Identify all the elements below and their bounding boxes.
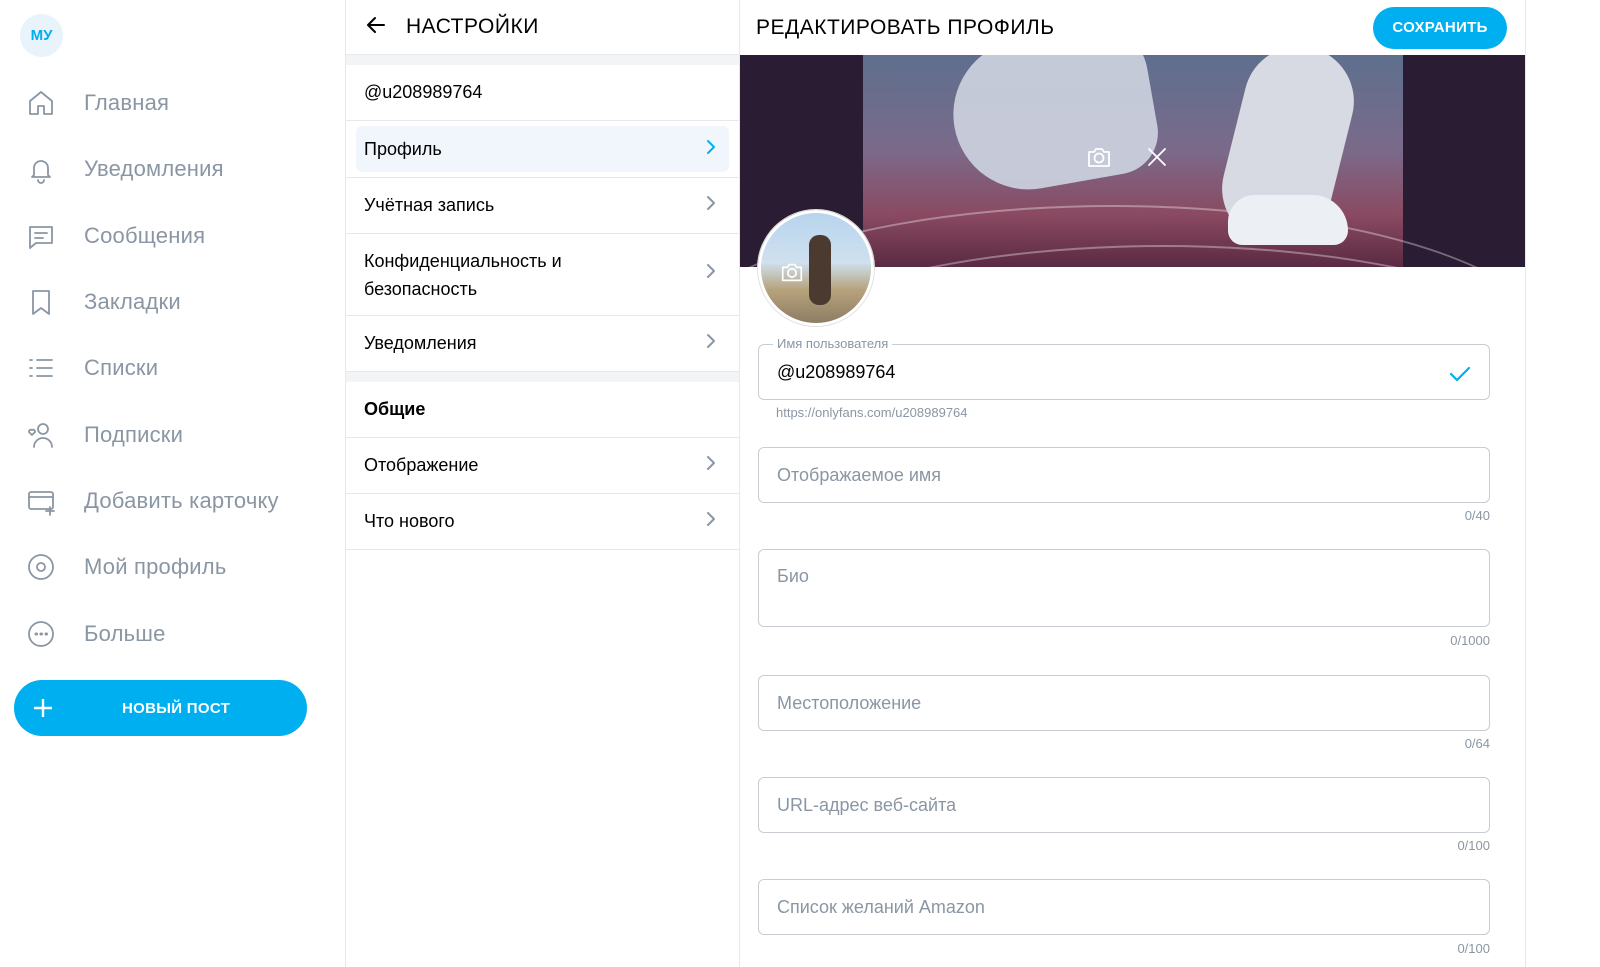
nav-item-subscriptions[interactable]: Подписки [0,401,346,467]
location-counter: 0/64 [1464,736,1490,751]
chevron-right-icon [701,453,721,478]
home-icon [24,86,58,120]
nav-item-label: Сообщения [84,222,206,248]
edit-profile-header: РЕДАКТИРОВАТЬ ПРОФИЛЬ СОХРАНИТЬ [740,0,1525,55]
display-name-counter: 0/40 [1464,508,1490,523]
nav-item-label: Списки [84,355,159,381]
settings-item-label: Профиль [364,138,442,159]
settings-item-label: Уведомления [364,333,477,353]
chevron-right-icon [701,137,721,162]
edit-profile-title: РЕДАКТИРОВАТЬ ПРОФИЛЬ [756,15,1055,39]
main-navigation: МУ Главная Уведомления Сообщения Закладк… [0,0,346,967]
cover-figure [941,55,1165,202]
settings-item-label: Учётная запись [364,195,495,215]
camera-icon[interactable] [1085,143,1113,176]
settings-panel: НАСТРОЙКИ @u208989764 Профиль Учётная за… [346,0,740,967]
divider [346,55,739,65]
nav-item-notifications[interactable]: Уведомления [0,136,346,202]
subscriptions-icon [24,418,58,452]
settings-item-label: Отображение [364,455,479,475]
chevron-right-icon [701,509,721,534]
nav-item-label: Главная [84,90,170,116]
settings-item-label: Конфиденциальность и безопасность [364,250,562,299]
website-input[interactable]: URL-адрес веб-сайта [758,777,1490,833]
settings-item-label: Что нового [364,511,455,531]
bookmark-icon [24,285,58,319]
nav-item-messages[interactable]: Сообщения [0,203,346,269]
user-avatar[interactable]: МУ [20,14,63,57]
website-counter: 0/100 [1457,838,1490,853]
display-name-input[interactable]: Отображаемое имя [758,447,1490,503]
camera-icon[interactable] [779,259,805,285]
nav-item-label: Больше [84,620,166,646]
settings-header: НАСТРОЙКИ [346,0,739,55]
section-label: Общие [364,399,426,419]
settings-title: НАСТРОЙКИ [406,15,539,38]
website-placeholder: URL-адрес веб-сайта [777,794,957,815]
list-icon [24,351,58,385]
settings-item-account[interactable]: Учётная запись [346,178,739,234]
back-arrow-icon[interactable] [364,13,388,42]
location-input[interactable]: Местоположение [758,675,1490,731]
avatar-figure [809,235,831,305]
divider [346,372,739,382]
nav-item-label: Подписки [84,421,184,447]
username-value: @u208989764 [777,361,896,382]
settings-item-whats-new[interactable]: Что нового [346,494,739,550]
username-label: Имя пользователя [773,336,893,351]
nav-item-label: Мой профиль [84,554,227,580]
profile-avatar[interactable] [758,210,874,326]
username-field[interactable]: Имя пользователя @u208989764 [758,336,1490,400]
nav-item-label: Добавить карточку [84,487,279,513]
settings-section-general: Общие [346,382,739,438]
edit-profile-panel: РЕДАКТИРОВАТЬ ПРОФИЛЬ СОХРАНИТЬ Имя поль… [740,0,1526,967]
save-button[interactable]: СОХРАНИТЬ [1373,6,1507,49]
bio-input[interactable]: Био [758,549,1490,627]
nav-item-bookmarks[interactable]: Закладки [0,269,346,335]
nav-item-label: Закладки [84,289,181,315]
close-icon[interactable] [1143,143,1171,176]
new-post-label: НОВЫЙ ПОСТ [122,699,231,717]
settings-item-display[interactable]: Отображение [346,438,739,494]
amazon-placeholder: Список желаний Amazon [777,896,985,917]
nav-item-add-card[interactable]: Добавить карточку [0,468,346,534]
nav-item-home[interactable]: Главная [0,70,346,136]
add-card-icon [24,484,58,518]
settings-item-privacy[interactable]: Конфиденциальность и безопасность [346,234,739,316]
chevron-right-icon [701,261,721,289]
bell-icon [24,152,58,186]
profile-icon [24,550,58,584]
nav-list: Главная Уведомления Сообщения Закладки С… [0,70,346,667]
nav-item-label: Уведомления [84,156,224,182]
username-text: @u208989764 [364,82,483,102]
checkmark-icon [1447,361,1473,392]
amazon-wishlist-input[interactable]: Список желаний Amazon [758,879,1490,935]
new-post-button[interactable]: НОВЫЙ ПОСТ [14,680,307,736]
nav-item-my-profile[interactable]: Мой профиль [0,534,346,600]
nav-item-lists[interactable]: Списки [0,335,346,401]
settings-item-notifications[interactable]: Уведомления [346,316,739,372]
display-name-placeholder: Отображаемое имя [777,464,942,485]
cover-actions [1085,143,1171,176]
location-placeholder: Местоположение [777,692,922,713]
plus-icon [14,696,72,720]
chevron-right-icon [701,331,721,356]
chevron-right-icon [701,193,721,218]
settings-username: @u208989764 [346,65,739,121]
settings-item-profile[interactable]: Профиль [346,121,739,178]
amazon-counter: 0/100 [1457,941,1490,956]
bio-placeholder: Био [777,566,809,586]
cover-figure [1228,195,1348,245]
nav-item-more[interactable]: Больше [0,600,346,666]
message-icon [24,219,58,253]
profile-url-hint[interactable]: https://onlyfans.com/u208989764 [776,405,968,420]
bio-counter: 0/1000 [1450,633,1490,648]
more-icon [24,617,58,651]
